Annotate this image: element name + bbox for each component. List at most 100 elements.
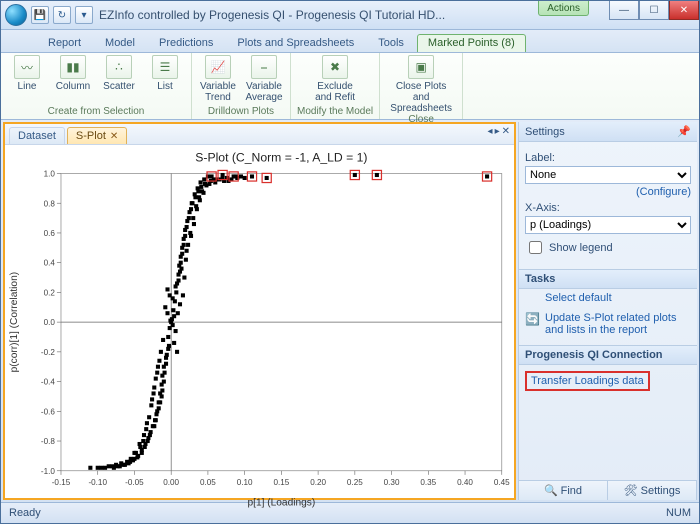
maximize-button[interactable]: ☐ [639,1,669,20]
nav-close-icon[interactable]: ✕ [502,126,510,137]
svg-text:0.8: 0.8 [44,199,56,208]
svg-text:0.30: 0.30 [384,478,400,487]
svg-text:0.25: 0.25 [347,478,363,487]
show-legend-checkbox[interactable] [529,241,542,254]
svg-text:0.10: 0.10 [237,478,253,487]
doc-tab-dataset[interactable]: Dataset [9,127,65,144]
svg-text:-0.15: -0.15 [52,478,71,487]
status-num: NUM [666,507,691,519]
svg-text:1.0: 1.0 [44,170,56,179]
average-icon: ⎯ [251,55,277,79]
find-icon: 🔍 [544,484,558,497]
footer-tab-find[interactable]: 🔍Find [519,481,608,500]
task-update-splot[interactable]: 🔄Update S-Plot related plots and lists i… [519,309,697,339]
ribbon-tab-plots[interactable]: Plots and Spreadsheets [226,34,365,52]
svg-text:0.05: 0.05 [200,478,216,487]
document-area: Dataset S-Plot✕ ◂ ▸ ✕ -0.15 -0.10 -0.05 0.0… [1,120,699,502]
qat-refresh-icon[interactable]: ↻ [53,6,71,24]
svg-text:-0.2: -0.2 [41,348,55,357]
ribbon: 〰Line ▮▮Column ∴Scatter ☰List Create fro… [1,53,699,120]
svg-text:0.00: 0.00 [163,478,179,487]
svg-text:S-Plot (C_Norm = -1, A_LD = 1): S-Plot (C_Norm = -1, A_LD = 1) [195,150,367,164]
ribbon-tab-predictions[interactable]: Predictions [148,34,224,52]
svg-text:-0.05: -0.05 [125,478,144,487]
trend-icon: 📈 [205,55,231,79]
minimize-button[interactable]: — [609,1,639,20]
svg-text:-0.6: -0.6 [41,407,55,416]
svg-text:0.45: 0.45 [494,478,510,487]
btn-column[interactable]: ▮▮Column [53,55,93,92]
btn-list[interactable]: ☰List [145,55,185,92]
svg-text:-0.8: -0.8 [41,437,55,446]
ribbon-group-label: Modify the Model [297,106,373,117]
close-button[interactable]: ✕ [669,1,699,20]
nav-next-icon[interactable]: ▸ [495,126,500,137]
title-bar: 💾 ↻ ▾ EZInfo controlled by Progenesis QI… [1,1,699,30]
svg-text:0.6: 0.6 [44,229,56,238]
btn-exclude-refit[interactable]: ✖Exclude and Refit [310,55,360,103]
plot-area[interactable]: -0.15 -0.10 -0.05 0.00 0.05 0.10 0.15 0.20 0.25 0… [5,145,514,498]
svg-text:0.2: 0.2 [44,288,56,297]
pin-icon[interactable]: 📌 [677,125,691,138]
window-controls: — ☐ ✕ [609,1,699,20]
btn-var-trend[interactable]: 📈Variable Trend [198,55,238,103]
column-chart-icon: ▮▮ [60,55,86,79]
panel-footer-tabs: 🔍Find 🛠Settings [519,480,697,500]
document-tabs: Dataset S-Plot✕ ◂ ▸ ✕ [5,124,514,145]
svg-text:-0.4: -0.4 [41,378,55,387]
ribbon-group-modify: ✖Exclude and Refit Modify the Model [291,53,380,119]
app-window: 💾 ↻ ▾ EZInfo controlled by Progenesis QI… [0,0,700,524]
svg-text:p[1] (Loadings): p[1] (Loadings) [247,497,315,508]
doc-tab-splot[interactable]: S-Plot✕ [67,127,127,144]
settings-icon: 🛠 [624,484,638,497]
doc-nav: ◂ ▸ ✕ [488,126,510,137]
btn-close-plots[interactable]: ▣Close Plots and Spreadsheets [386,55,456,114]
tasks-header: Tasks [519,269,697,289]
configure-link[interactable]: (Configure) [525,186,691,198]
transfer-loadings-link[interactable]: Transfer Loadings data [525,371,650,391]
scatter-chart-icon: ∴ [106,55,132,79]
xaxis-label: X-Axis: [525,202,691,214]
exclude-icon: ✖ [322,55,348,79]
ribbon-group-create: 〰Line ▮▮Column ∴Scatter ☰List Create fro… [1,53,192,119]
plot-pane: Dataset S-Plot✕ ◂ ▸ ✕ -0.15 -0.10 -0.05 0.0… [3,122,516,500]
ribbon-group-label: Drilldown Plots [208,106,274,117]
app-orb-icon[interactable] [5,4,27,26]
svg-text:-1.0: -1.0 [41,467,55,476]
ribbon-tab-tools[interactable]: Tools [367,34,415,52]
connection-header: Progenesis QI Connection [519,345,697,365]
btn-scatter[interactable]: ∴Scatter [99,55,139,92]
svg-text:0.4: 0.4 [44,259,56,268]
svg-text:0.20: 0.20 [310,478,326,487]
quick-access-toolbar: 💾 ↻ ▾ [31,6,93,24]
ribbon-group-drilldown: 📈Variable Trend ⎯Variable Average Drilld… [192,53,291,119]
refresh-icon: 🔄 [525,312,539,326]
svg-text:0.15: 0.15 [273,478,289,487]
ribbon-group-label: Create from Selection [48,106,145,117]
settings-header: Settings 📌 [519,122,697,142]
close-tab-icon[interactable]: ✕ [110,131,118,142]
ribbon-tab-report[interactable]: Report [37,34,92,52]
context-tab-header: Actions [538,1,589,16]
svg-text:0.40: 0.40 [457,478,473,487]
ribbon-tab-marked-points[interactable]: Marked Points (8) [417,34,526,52]
ribbon-tab-row: Report Model Predictions Plots and Sprea… [1,30,699,53]
qat-save-icon[interactable]: 💾 [31,6,49,24]
show-legend-label: Show legend [549,242,613,254]
btn-line[interactable]: 〰Line [7,55,47,92]
btn-var-avg[interactable]: ⎯Variable Average [244,55,284,103]
qat-dropdown-icon[interactable]: ▾ [75,6,93,24]
xaxis-select[interactable]: p (Loadings) [525,216,691,234]
task-icon [525,292,539,306]
nav-prev-icon[interactable]: ◂ [488,126,493,137]
task-select-default[interactable]: Select default [519,289,697,309]
label-label: Label: [525,152,691,164]
footer-tab-settings[interactable]: 🛠Settings [608,481,697,500]
window-title: EZInfo controlled by Progenesis QI - Pro… [99,8,609,22]
ribbon-tab-model[interactable]: Model [94,34,146,52]
list-icon: ☰ [152,55,178,79]
svg-text:0.35: 0.35 [420,478,436,487]
label-select[interactable]: None [525,166,691,184]
svg-text:-0.10: -0.10 [88,478,107,487]
svg-text:0.0: 0.0 [44,318,56,327]
